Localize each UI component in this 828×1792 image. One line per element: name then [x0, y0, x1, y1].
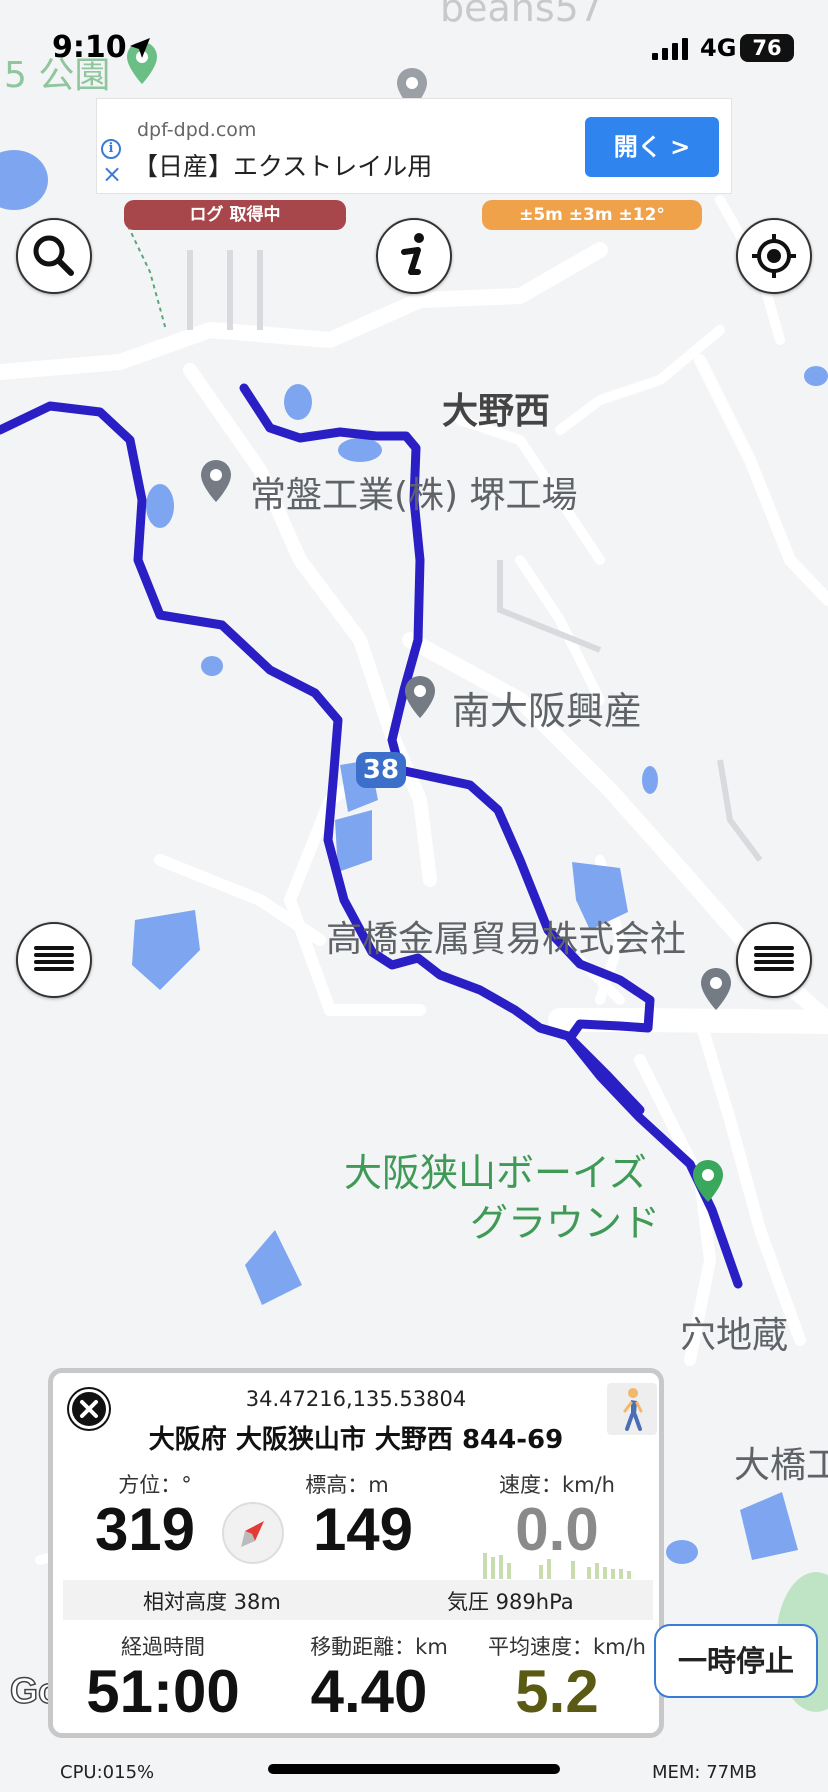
map-label-jizo: 穴地蔵	[680, 1315, 789, 1356]
map-pin-icon[interactable]	[698, 966, 734, 1012]
info-icon[interactable]: i	[101, 139, 121, 159]
map-label-takahashi: 高橋金属貿易株式会社	[326, 919, 687, 960]
accuracy-badge: ±5m ±3m ±12°	[482, 200, 702, 230]
info-button[interactable]	[376, 218, 452, 294]
memory-usage: MEM: 77MB	[652, 1762, 758, 1783]
ad-banner[interactable]: i × dpf-dpd.com 【日産】エクストレイル用 開く >	[96, 98, 732, 194]
distance-value: 4.40	[310, 1658, 428, 1725]
address: 大阪府 大阪狭山市 大野西 844-69	[148, 1425, 564, 1455]
heading-value: 319	[94, 1496, 196, 1563]
relative-info-row: 相対高度 38m 気圧 989hPa	[63, 1580, 653, 1620]
walking-person-icon	[623, 1388, 643, 1431]
map-pin-icon[interactable]	[402, 674, 438, 720]
network-type: 4G	[700, 34, 737, 62]
info-italic-icon	[401, 233, 424, 275]
current-location-button[interactable]	[736, 218, 812, 294]
cellular-signal-icon	[652, 38, 688, 60]
map-pin-icon[interactable]	[198, 458, 234, 504]
map-label-ground-1: 大阪狭山ボーイズ	[344, 1151, 647, 1195]
crosshair-icon	[752, 234, 796, 278]
tracking-info-panel: 34.47216,135.53804 大阪府 大阪狭山市 大野西 844-69 …	[48, 1368, 664, 1738]
map-label-ohashi: 大橋工	[734, 1445, 828, 1486]
altitude-value: 149	[312, 1496, 414, 1563]
search-button[interactable]	[16, 218, 92, 294]
map-label-kosan: 南大阪興産	[452, 689, 643, 733]
route-38-label: 38	[362, 755, 400, 785]
location-arrow-icon	[130, 38, 150, 58]
home-indicator[interactable]	[268, 1764, 560, 1774]
hamburger-menu-icon	[34, 946, 74, 971]
relative-altitude: 相対高度 38m	[143, 1590, 281, 1614]
hamburger-menu-icon	[754, 946, 794, 971]
map-label-ground-2: グラウンド	[470, 1201, 661, 1245]
map-label-district: 大野西	[442, 391, 551, 432]
menu-button-left[interactable]	[16, 922, 92, 998]
coordinates: 34.47216,135.53804	[245, 1387, 467, 1411]
status-bar: 9:10 4G 76	[0, 0, 828, 96]
menu-button-right[interactable]	[736, 922, 812, 998]
ad-domain: dpf-dpd.com	[137, 119, 257, 141]
cpu-usage: CPU:015%	[60, 1762, 155, 1783]
speed-value: 0.0	[515, 1496, 599, 1563]
ad-open-button[interactable]: 開く >	[585, 117, 719, 177]
close-icon[interactable]: ×	[101, 162, 123, 186]
pause-button[interactable]: 一時停止	[654, 1624, 818, 1698]
logging-status-badge: ログ 取得中	[124, 200, 346, 230]
battery-level: 76	[740, 34, 794, 62]
air-pressure: 気圧 989hPa	[447, 1590, 574, 1614]
ad-title: 【日産】エクストレイル用	[133, 152, 433, 181]
status-time: 9:10	[52, 30, 127, 65]
average-speed-value: 5.2	[515, 1658, 599, 1725]
search-icon	[33, 235, 74, 276]
map-label-factory: 常盤工業(株) 堺工場	[250, 475, 578, 516]
activity-mode-button[interactable]	[607, 1383, 657, 1435]
map-pin-green-icon[interactable]	[690, 1158, 726, 1204]
elapsed-time-value: 51:00	[86, 1658, 240, 1725]
compass-icon	[222, 1502, 284, 1564]
